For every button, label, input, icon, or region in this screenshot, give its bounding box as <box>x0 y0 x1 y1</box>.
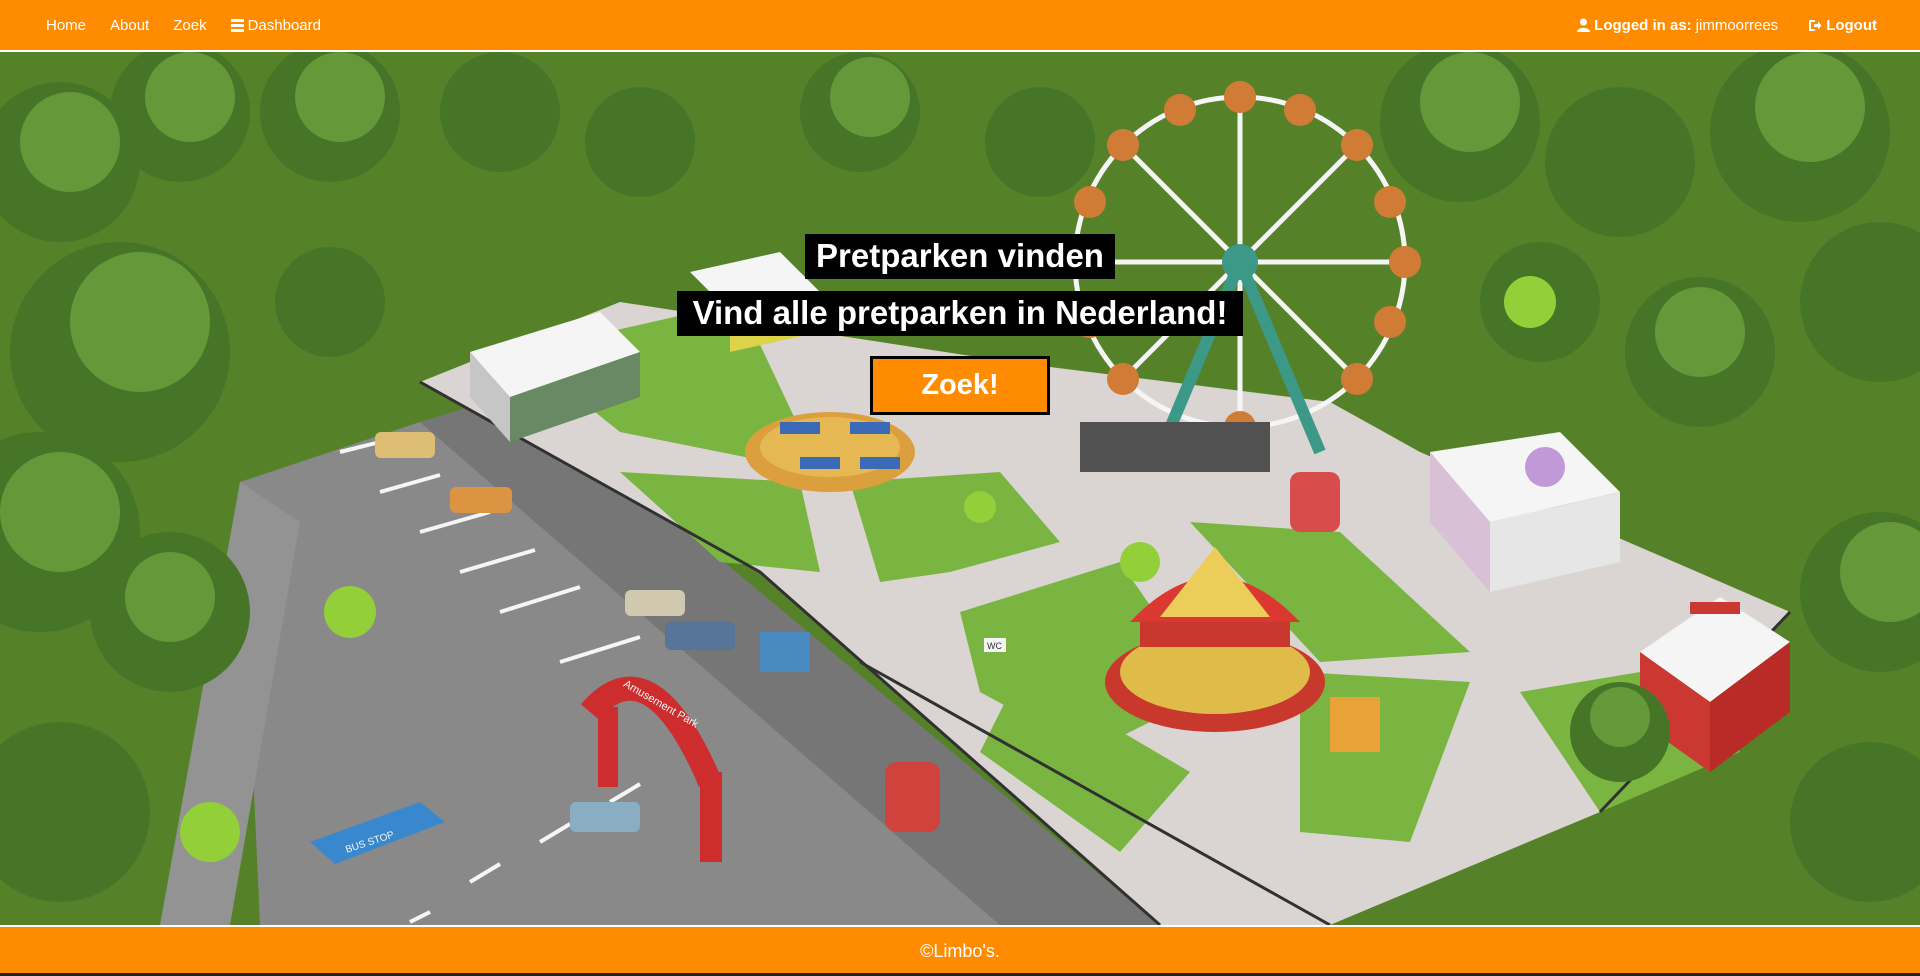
navbar: Home About Zoek Dashboard Logged in as: <box>0 0 1920 52</box>
footer: ©Limbo's. <box>0 925 1920 976</box>
logged-in-label: Logged in as: <box>1594 16 1692 34</box>
nav-user-link[interactable]: Logged in as: jimmoorrees <box>1562 17 1793 34</box>
hero-section: Amusement Park BUS STOP WC Pretparken vi… <box>0 52 1920 925</box>
nav-logout-link[interactable]: Logout <box>1793 17 1892 34</box>
nav-left: Home About Zoek Dashboard <box>34 17 333 34</box>
username: jimmoorrees <box>1695 16 1779 34</box>
user-icon <box>1577 18 1591 32</box>
nav-home-link[interactable]: Home <box>34 17 98 34</box>
nav-zoek-link[interactable]: Zoek <box>161 17 218 34</box>
hero-subtitle: Vind alle pretparken in Nederland! <box>676 291 1244 336</box>
footer-copyright: ©Limbo's. <box>920 941 1000 961</box>
nav-right: Logged in as: jimmoorrees Logout <box>1562 17 1892 34</box>
zoek-button[interactable]: Zoek! <box>870 356 1050 415</box>
hero-title: Pretparken vinden <box>805 234 1115 279</box>
hero-content: Pretparken vinden Vind alle pretparken i… <box>0 52 1920 925</box>
nav-about-link[interactable]: About <box>98 17 161 34</box>
dashboard-icon <box>230 18 244 32</box>
logout-label: Logout <box>1826 16 1877 34</box>
nav-dashboard-label: Dashboard <box>247 16 321 34</box>
nav-dashboard-link[interactable]: Dashboard <box>219 17 333 34</box>
logout-icon <box>1808 19 1822 32</box>
